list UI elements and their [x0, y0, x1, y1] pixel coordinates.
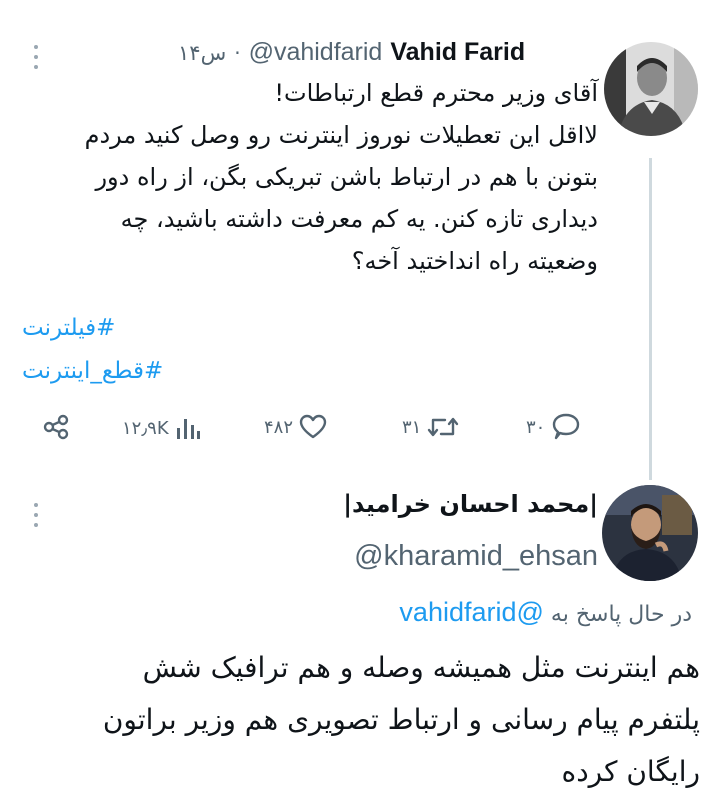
- reply-line: رایگان کرده: [561, 755, 700, 788]
- reply-author-avatar[interactable]: [602, 485, 698, 581]
- thread-line: [649, 158, 652, 480]
- hashtag-filternet[interactable]: #فیلترنت: [22, 315, 115, 341]
- retweet-icon: [427, 414, 459, 440]
- author-avatar[interactable]: [604, 42, 698, 136]
- tweet-line: دیداری تازه کنن. یه کم معرفت داشته باشید…: [120, 205, 598, 233]
- reply-count: ۳۰: [526, 416, 546, 438]
- reply-icon: [551, 413, 581, 441]
- replying-to: در حال پاسخ به @vahidfarid: [399, 597, 692, 628]
- retweet-count: ۳۱: [402, 416, 422, 438]
- reply-more-icon[interactable]: [28, 503, 44, 527]
- reply-line: پلتفرم پیام رسانی و ارتباط تصویری هم وزی…: [102, 703, 700, 736]
- like-count: ۴۸۲: [264, 416, 294, 438]
- views-button[interactable]: ۱۲٫۹K: [122, 416, 201, 440]
- replying-to-handle[interactable]: @vahidfarid: [399, 597, 544, 627]
- views-icon: [175, 416, 201, 440]
- separator-dot: ·: [234, 41, 241, 65]
- tweet-line: لااقل این تعطیلات نوروز اینترنت رو وصل ک…: [84, 121, 598, 149]
- retweet-button[interactable]: ۳۱: [402, 414, 459, 440]
- hashtag-internet-shutdown[interactable]: #قطع_اینترنت: [22, 358, 163, 384]
- like-icon: [299, 414, 327, 440]
- views-count: ۱۲٫۹K: [122, 417, 169, 439]
- tweet-line: بتونن با هم در ارتباط باشن تبریکی بگن، ا…: [95, 163, 598, 191]
- more-icon[interactable]: [28, 45, 44, 69]
- reply-author-name[interactable]: |محمد احسان خرامید|: [343, 490, 598, 518]
- tweet-header: ۱۴س · @vahidfarid Vahid Farid: [178, 38, 525, 67]
- tweet-time[interactable]: ۱۴س: [178, 41, 226, 65]
- share-icon: [42, 413, 70, 441]
- reply-author-handle[interactable]: @kharamid_ehsan: [354, 540, 598, 573]
- tweet-line: آقای وزیر محترم قطع ارتباطات!: [274, 79, 598, 107]
- share-button[interactable]: [42, 413, 70, 441]
- author-name[interactable]: Vahid Farid: [390, 38, 525, 67]
- tweet-line: وضعیته راه انداختید آخه؟: [351, 247, 598, 275]
- author-handle[interactable]: @vahidfarid: [249, 38, 383, 67]
- like-button[interactable]: ۴۸۲: [264, 414, 327, 440]
- reply-button[interactable]: ۳۰: [526, 413, 581, 441]
- reply-line: هم اینترنت مثل همیشه وصله و هم ترافیک شش: [142, 651, 700, 684]
- reply-text: هم اینترنت مثل همیشه وصله و هم ترافیک شش…: [20, 642, 700, 798]
- tweet-text: آقای وزیر محترم قطع ارتباطات! لااقل این …: [30, 72, 598, 282]
- replying-prefix: در حال پاسخ به: [550, 602, 692, 627]
